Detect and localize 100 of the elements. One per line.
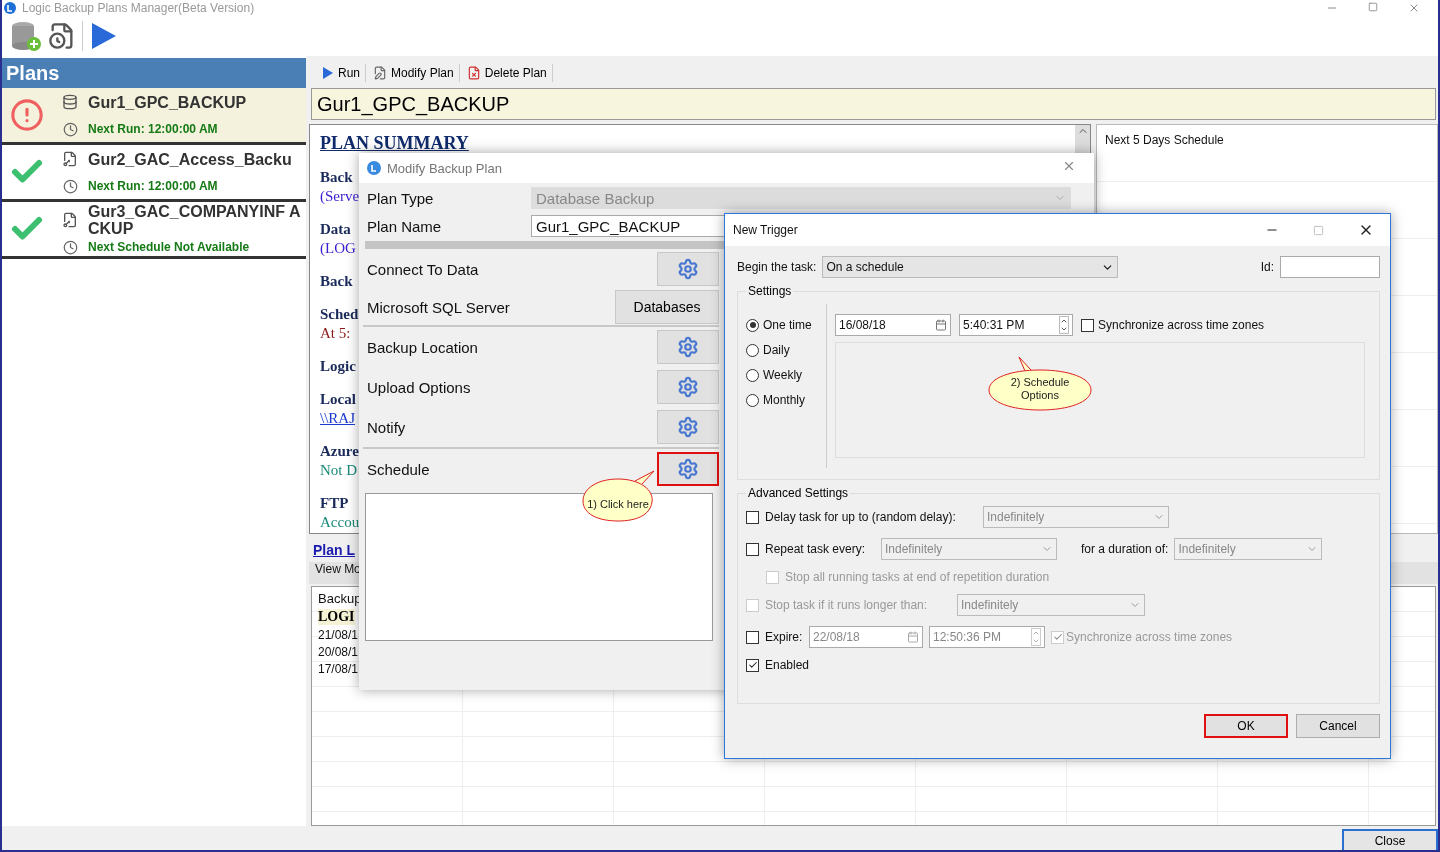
option-label: Repeat task every: — [765, 542, 867, 556]
summary-text: Logic — [320, 357, 356, 376]
key-file-icon — [62, 151, 78, 167]
option-label: Enabled — [765, 658, 810, 672]
close-icon — [1408, 2, 1420, 14]
path-link[interactable]: \\RAJ — [320, 409, 355, 428]
section-label: Backup Location — [367, 338, 478, 356]
next-run-text: Next Run: 12:00:00 AM — [88, 122, 219, 136]
edit-file-icon — [373, 66, 387, 80]
summary-text: Sched — [320, 305, 359, 324]
gear-icon — [677, 416, 699, 438]
schedule-document-icon — [48, 22, 76, 50]
calendar-icon — [935, 319, 947, 331]
date-field[interactable]: 22/08/18 — [809, 626, 923, 648]
close-icon — [1062, 159, 1076, 173]
toolbar-button[interactable]: Run — [317, 64, 366, 82]
grid-header: LOGI — [318, 609, 355, 625]
database-icon — [62, 94, 78, 110]
settings-button[interactable] — [657, 370, 719, 404]
field-label: Begin the task: — [737, 260, 817, 274]
settings-button[interactable] — [657, 410, 719, 444]
panel-heading: Next 5 Days Schedule — [1105, 133, 1224, 147]
group-title: Settings — [747, 284, 793, 298]
gear-icon — [677, 258, 699, 280]
option-label: Daily — [763, 343, 790, 357]
checkmark-icon — [1052, 632, 1063, 642]
begin-task-dropdown[interactable]: On a schedule — [822, 256, 1119, 278]
section-label: Schedule — [367, 460, 430, 478]
time-field[interactable]: 5:40:31 PM — [959, 314, 1073, 336]
option-label: Stop all running tasks at end of repetition duration — [785, 570, 1050, 584]
clock-icon — [62, 121, 78, 137]
close-button[interactable]: Close — [1342, 829, 1438, 850]
gear-icon — [677, 336, 699, 358]
summary-text: Local — [320, 390, 356, 409]
plan-item[interactable]: Gur3_GAC_COMPANYINF ACKUP Next Schedule Not Available — [2, 202, 306, 259]
checkbox[interactable] — [746, 542, 759, 556]
table-cell: 20/08/1 — [318, 645, 359, 659]
option-label: One time — [763, 318, 812, 332]
key-file-icon — [62, 212, 78, 229]
summary-heading: PLAN SUMMARY — [320, 133, 470, 154]
maximize-icon — [1368, 2, 1378, 14]
table-cell: 21/08/1 — [318, 628, 359, 642]
option-label: Expire: — [765, 630, 803, 644]
field-label: Id: — [1260, 260, 1274, 274]
option-label: Synchronize across time zones — [1066, 630, 1233, 644]
panel-title: Plans — [2, 58, 306, 88]
summary-text: Azure — [320, 442, 359, 461]
radio-button[interactable] — [746, 368, 759, 382]
summary-text: Back — [320, 168, 353, 187]
dialog-title: New Trigger — [733, 223, 798, 237]
toolbar-button[interactable]: Delete Plan — [461, 64, 553, 82]
gear-icon — [677, 458, 699, 480]
checkbox[interactable] — [746, 658, 759, 672]
ok-button[interactable]: OK — [1204, 714, 1288, 738]
option-label: Synchronize across time zones — [1098, 318, 1265, 332]
plan-item[interactable]: Gur1_GPC_BACKUP Next Run: 12:00:00 AM — [2, 88, 306, 145]
settings-button[interactable] — [657, 452, 719, 486]
radio-button[interactable] — [746, 318, 759, 332]
cancel-button[interactable]: Cancel — [1296, 714, 1380, 738]
summary-text: At 5: — [320, 324, 351, 343]
id-field[interactable] — [1280, 256, 1380, 278]
section-label: Microsoft SQL Server — [367, 298, 510, 316]
option-label: Delay task for up to (random delay): — [765, 510, 957, 524]
time-field[interactable]: 12:50:36 PM — [929, 626, 1045, 648]
play-icon — [322, 66, 334, 80]
add-database-icon[interactable] — [10, 20, 42, 52]
spinner-icon[interactable] — [1059, 316, 1069, 334]
next-run-text: Next Run: 12:00:00 AM — [88, 179, 219, 193]
checkbox[interactable] — [1081, 318, 1094, 332]
toolbar-button[interactable]: Modify Plan — [368, 64, 460, 82]
group-title: Advanced Settings — [747, 486, 850, 500]
dialog-title: Modify Backup Plan — [387, 160, 502, 176]
section-label: Upload Options — [367, 378, 471, 396]
delete-file-icon — [466, 66, 481, 80]
summary-text: (Serve — [320, 187, 360, 206]
clock-icon — [62, 178, 78, 194]
summary-text: Data — [320, 220, 351, 239]
plan-name: Gur2_GAC_Access_Backu — [88, 150, 293, 168]
option-label: Weekly — [763, 368, 803, 382]
callout: 2) Schedule Options — [987, 356, 1093, 412]
date-field[interactable]: 16/08/18 — [835, 314, 951, 336]
callout: 1) Click here — [580, 470, 656, 522]
radio-button[interactable] — [746, 343, 759, 357]
checkbox[interactable] — [746, 510, 759, 524]
summary-text: FTP — [320, 494, 349, 513]
radio-button[interactable] — [746, 393, 759, 407]
run-icon — [89, 21, 117, 51]
section-label: Connect To Data — [367, 260, 479, 278]
checkbox[interactable] — [746, 630, 759, 644]
next-run-text: Next Schedule Not Available — [88, 240, 251, 255]
settings-button[interactable] — [657, 330, 719, 364]
plan-title: Gur1_GPC_BACKUP — [311, 88, 1436, 120]
window-title: Logic Backup Plans Manager(Beta Version) — [22, 1, 255, 15]
summary-text: Back — [320, 272, 353, 291]
databases-button[interactable]: Databases — [615, 290, 719, 324]
settings-button[interactable] — [657, 252, 719, 286]
option-label: Monthly — [763, 393, 806, 407]
gear-icon — [677, 376, 699, 398]
plan-name: Gur1_GPC_BACKUP — [88, 93, 248, 111]
option-label: for a duration of: — [1081, 542, 1169, 556]
